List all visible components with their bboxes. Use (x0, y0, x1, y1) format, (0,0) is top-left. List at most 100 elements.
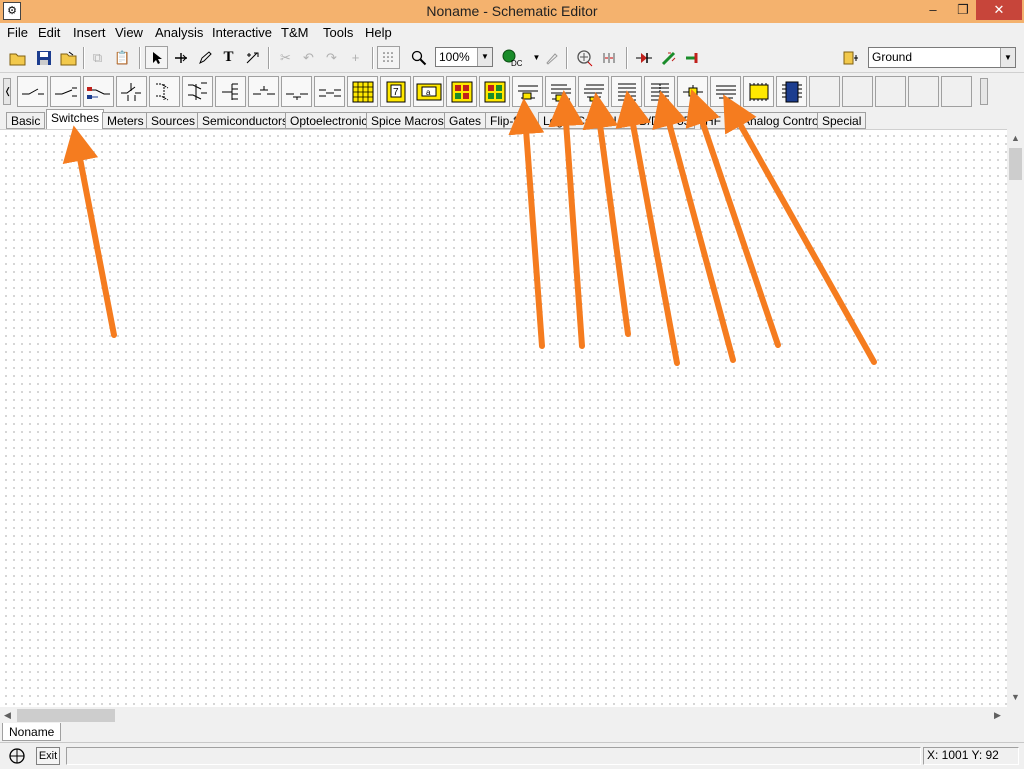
component-relay-spst[interactable] (512, 76, 543, 107)
component-chip-yellow[interactable] (743, 76, 774, 107)
menu-view[interactable]: View (115, 25, 143, 40)
component-scroll-left[interactable]: ❬ (3, 78, 12, 105)
menu-tm[interactable]: T&M (281, 25, 308, 40)
grid-toggle-icon[interactable] (377, 46, 400, 69)
schematic-canvas[interactable] (0, 129, 1007, 707)
chevron-down-icon[interactable]: ▼ (477, 48, 492, 66)
chevron-down-icon[interactable]: ▼ (1000, 48, 1015, 67)
component-switch-nc[interactable] (248, 76, 279, 107)
component-slot-empty[interactable] (809, 76, 840, 107)
open-file-icon[interactable] (57, 46, 80, 69)
component-chip-blue[interactable] (776, 76, 807, 107)
tab-gates[interactable]: Gates (444, 112, 487, 129)
component-switch-spdt[interactable] (50, 76, 81, 107)
component-switch-relay[interactable] (83, 76, 114, 107)
junction-icon[interactable]: + (344, 46, 367, 69)
tab-hf[interactable]: HF (700, 112, 726, 129)
ground-symbol-icon[interactable] (839, 46, 862, 69)
menu-edit[interactable]: Edit (38, 25, 60, 40)
tab-basic[interactable]: Basic (6, 112, 46, 129)
component-lcd-display[interactable]: a (413, 76, 444, 107)
component-switch-no[interactable] (281, 76, 312, 107)
component-switch-changeover[interactable] (314, 76, 345, 107)
dc-analysis-icon[interactable]: DC (500, 46, 523, 69)
component-relay-coil[interactable] (677, 76, 708, 107)
tab-flip-flops[interactable]: Flip-f (485, 112, 522, 129)
pencil-icon[interactable] (193, 46, 216, 69)
probe-tool-icon[interactable] (241, 46, 264, 69)
minimize-button[interactable]: – (918, 0, 948, 20)
menu-interactive[interactable]: Interactive (212, 25, 272, 40)
component-slot-empty[interactable] (908, 76, 939, 107)
vertical-scrollbar[interactable]: ▲ ▼ (1007, 129, 1024, 707)
cut-icon[interactable]: ✂ (274, 46, 297, 69)
close-button[interactable]: ✕ (976, 0, 1022, 20)
component-relay-latching[interactable] (644, 76, 675, 107)
component-switch-dpst[interactable] (149, 76, 180, 107)
zoom-icon[interactable] (407, 46, 430, 69)
wire-tool-icon[interactable] (169, 46, 192, 69)
network-icon[interactable] (6, 746, 28, 766)
restore-button[interactable]: ❐ (948, 0, 978, 20)
component-led-matrix-green[interactable] (479, 76, 510, 107)
undo-icon[interactable]: ↶ (297, 46, 320, 69)
text-tool-icon[interactable]: T (217, 46, 240, 69)
menu-help[interactable]: Help (365, 25, 392, 40)
ground-select[interactable]: Ground ▼ (868, 47, 1016, 68)
horizontal-scroll-thumb[interactable] (17, 709, 115, 722)
tab-meters[interactable]: Meters (102, 112, 149, 129)
tab-spice-macros[interactable]: Spice Macros (366, 112, 449, 129)
component-contactor[interactable] (710, 76, 741, 107)
tab-555[interactable]: 55 (672, 112, 696, 129)
open-folder-icon[interactable] (6, 46, 29, 69)
component-switch-pushbutton[interactable] (116, 76, 147, 107)
component-switch-spst[interactable] (17, 76, 48, 107)
tab-ad-da[interactable]: D/DA (634, 112, 673, 129)
pin-probe-icon[interactable] (681, 46, 704, 69)
tab-logic[interactable]: Logi (538, 112, 571, 129)
component-relay-dpst[interactable] (578, 76, 609, 107)
led-probe-icon[interactable] (657, 46, 680, 69)
component-led-matrix-red[interactable] (446, 76, 477, 107)
save-icon[interactable] (32, 46, 55, 69)
menu-insert[interactable]: Insert (73, 25, 106, 40)
ac-analysis-icon[interactable] (599, 46, 622, 69)
component-switch-rotary[interactable] (215, 76, 246, 107)
horizontal-scrollbar[interactable]: ◀ ▶ (0, 707, 1007, 724)
component-7segment-display[interactable]: 7 (380, 76, 411, 107)
diode-icon[interactable] (632, 46, 655, 69)
component-slot-empty[interactable] (875, 76, 906, 107)
component-keypad-matrix[interactable] (347, 76, 378, 107)
tab-analog-control[interactable]: Analog Control (737, 112, 827, 129)
document-tab[interactable]: Noname (2, 723, 62, 741)
menu-tools[interactable]: Tools (323, 25, 353, 40)
component-category-tabs: Basic Switches Meters Sources Semiconduc… (0, 109, 1024, 129)
component-slot-empty[interactable] (941, 76, 972, 107)
select-arrow-icon[interactable] (145, 46, 168, 69)
redo-icon[interactable]: ↷ (320, 46, 343, 69)
scroll-left-icon[interactable]: ◀ (4, 710, 11, 721)
component-relay-spdt[interactable] (545, 76, 576, 107)
tab-optoelectronic[interactable]: Optoelectronic (285, 112, 373, 129)
component-scroll-right[interactable] (980, 78, 988, 105)
vertical-scroll-thumb[interactable] (1009, 148, 1022, 180)
exit-button[interactable]: Exit (36, 747, 60, 765)
transient-icon[interactable] (573, 46, 596, 69)
tab-switches[interactable]: Switches (46, 109, 105, 129)
paste-icon[interactable]: 📋 (111, 46, 134, 69)
tab-semiconductors[interactable]: Semiconductors (197, 112, 294, 129)
component-switch-dpdt[interactable] (182, 76, 213, 107)
component-relay-dpdt[interactable] (611, 76, 642, 107)
menu-analysis[interactable]: Analysis (155, 25, 203, 40)
tab-sources[interactable]: Sources (146, 112, 201, 129)
brush-icon[interactable] (540, 46, 563, 69)
tab-mcus[interactable]: MCUs (590, 112, 634, 129)
component-slot-empty[interactable] (842, 76, 873, 107)
zoom-combobox[interactable]: 100% ▼ (435, 47, 493, 67)
copy-icon[interactable]: ⧉ (86, 46, 109, 69)
menu-file[interactable]: File (7, 25, 28, 40)
scroll-right-icon[interactable]: ▶ (994, 710, 1001, 721)
scroll-down-icon[interactable]: ▼ (1011, 692, 1020, 702)
scroll-up-icon[interactable]: ▲ (1011, 133, 1020, 143)
tab-special[interactable]: Special (817, 112, 867, 129)
